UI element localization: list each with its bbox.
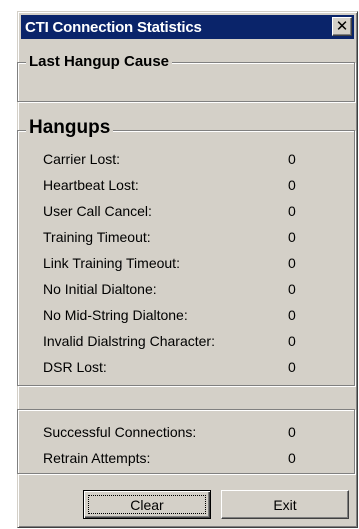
stat-label: User Call Cancel: [43,203,152,219]
stat-row-training-timeout: Training Timeout: 0 [43,229,303,249]
stat-value: 0 [288,177,296,193]
stat-value: 0 [288,281,296,297]
stat-label: Heartbeat Lost: [43,177,139,193]
focus-rectangle [88,495,206,514]
stat-value: 0 [288,359,296,375]
stat-row-invalid-dialstring-character: Invalid Dialstring Character: 0 [43,333,303,353]
clear-button[interactable]: Clear [83,490,211,519]
stat-label: Invalid Dialstring Character: [43,333,215,349]
stat-row-heartbeat-lost: Heartbeat Lost: 0 [43,177,303,197]
stat-value: 0 [288,450,296,466]
exit-button[interactable]: Exit [221,490,349,519]
stat-value: 0 [288,255,296,271]
stat-label: Carrier Lost: [43,151,121,167]
hangups-title: Hangups [26,117,114,139]
stat-row-carrier-lost: Carrier Lost: 0 [43,151,303,171]
stat-row-user-call-cancel: User Call Cancel: 0 [43,203,303,223]
stat-value: 0 [288,307,296,323]
stat-row-dsr-lost: DSR Lost: 0 [43,359,303,379]
stat-row-successful-connections: Successful Connections: 0 [43,424,303,444]
exit-button-label: Exit [273,496,297,513]
window-title: CTI Connection Statistics [25,19,202,36]
stat-row-retrain-attempts: Retrain Attempts: 0 [43,450,303,470]
stat-label: Training Timeout: [43,229,151,245]
stat-label: DSR Lost: [43,359,107,375]
stat-value: 0 [288,151,296,167]
stat-label: Link Training Timeout: [43,255,180,271]
stat-row-no-initial-dialtone: No Initial Dialtone: 0 [43,281,303,301]
stat-label: No Initial Dialtone: [43,281,157,297]
close-button[interactable]: ✕ [332,17,352,36]
stat-value: 0 [288,333,296,349]
stat-label: No Mid-String Dialtone: [43,307,188,323]
stat-value: 0 [288,229,296,245]
stat-value: 0 [288,424,296,440]
stat-value: 0 [288,203,296,219]
last-hangup-cause-title: Last Hangup Cause [26,53,173,70]
title-bar: CTI Connection Statistics ✕ [21,15,354,39]
stat-label: Retrain Attempts: [43,450,151,466]
stat-row-no-mid-string-dialtone: No Mid-String Dialtone: 0 [43,307,303,327]
stat-label: Successful Connections: [43,424,197,440]
last-hangup-cause-group: Last Hangup Cause [17,53,355,102]
stat-row-link-training-timeout: Link Training Timeout: 0 [43,255,303,275]
close-icon: ✕ [335,18,349,35]
